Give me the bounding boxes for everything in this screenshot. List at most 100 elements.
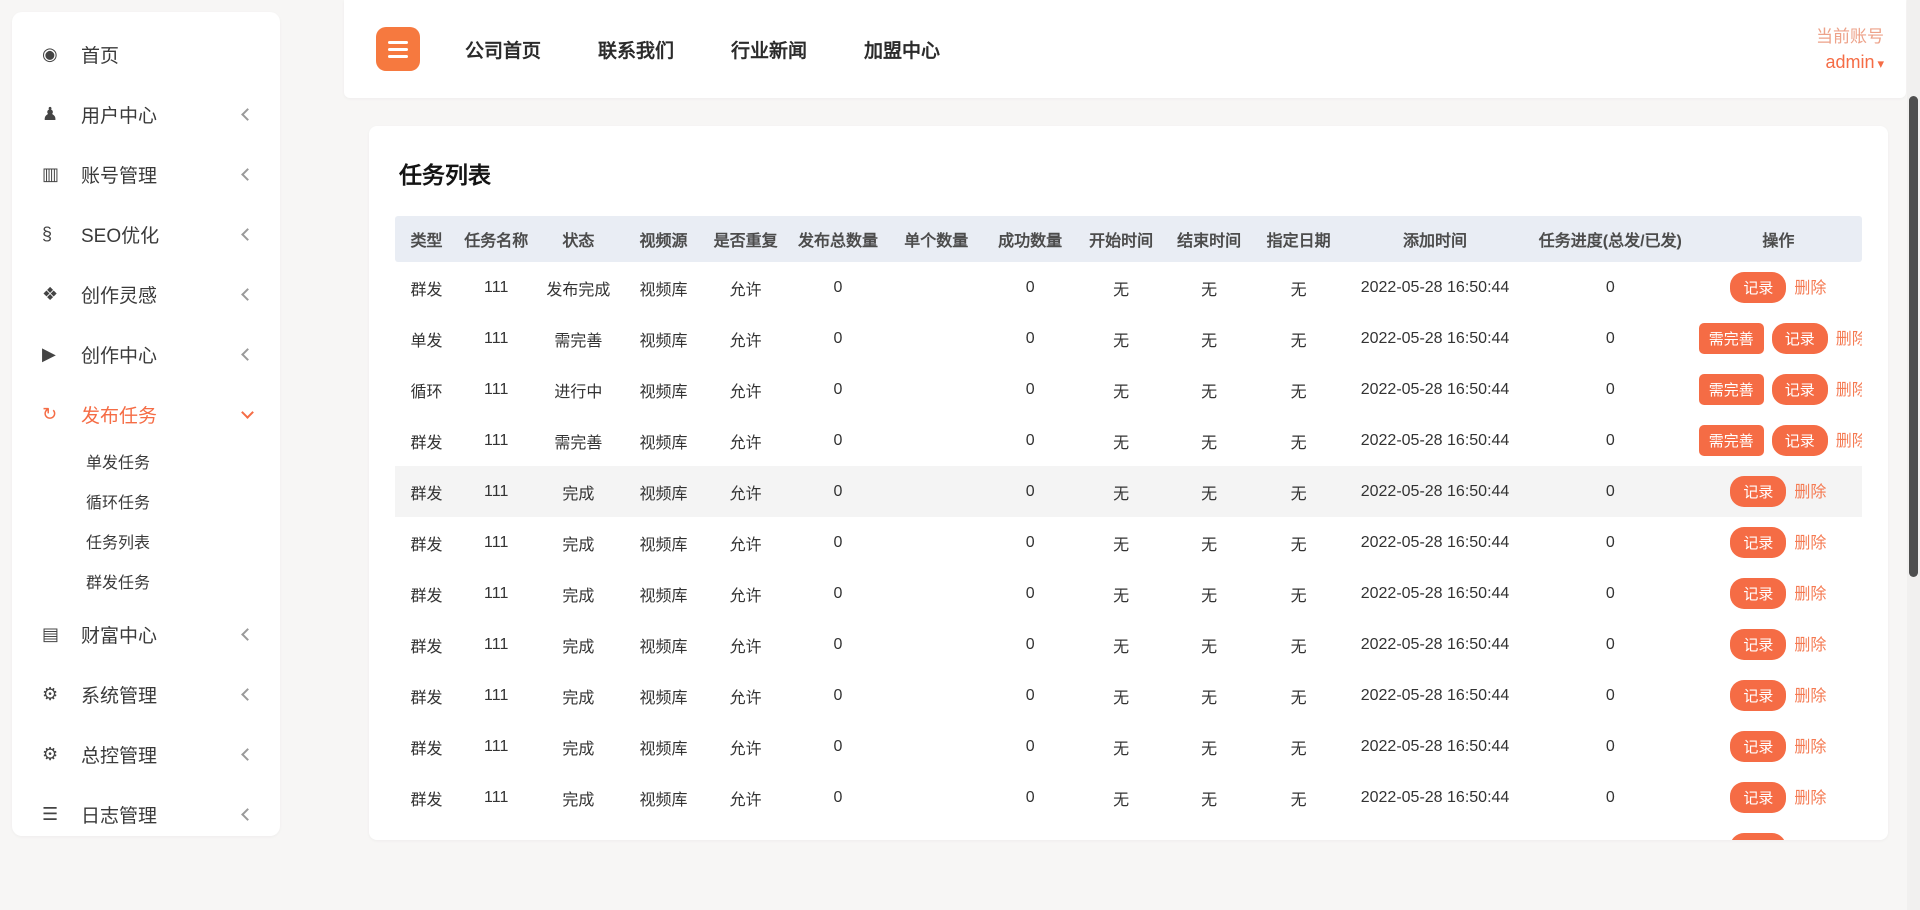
cell-repeat: 允许 bbox=[705, 721, 787, 772]
sidebar-item[interactable]: ↻发布任务 bbox=[12, 384, 280, 444]
cell-end-time: 无 bbox=[1165, 721, 1253, 772]
cell-single-count bbox=[889, 670, 983, 721]
record-button[interactable]: 记录 bbox=[1730, 680, 1786, 711]
need-button[interactable]: 需完善 bbox=[1699, 425, 1764, 456]
cell-type: 群发 bbox=[395, 721, 458, 772]
cell-total-count: 0 bbox=[787, 823, 890, 840]
actions-cell: 记录删除 bbox=[1695, 466, 1862, 517]
need-button[interactable]: 需完善 bbox=[1699, 374, 1764, 405]
cell-type: 群发 bbox=[395, 568, 458, 619]
cell-total-count: 0 bbox=[787, 670, 890, 721]
chevron-left-icon bbox=[241, 688, 254, 701]
sidebar-item-label: 财富中心 bbox=[81, 621, 157, 648]
sidebar-item[interactable]: §SEO优化 bbox=[12, 204, 280, 264]
record-button[interactable]: 记录 bbox=[1730, 476, 1786, 507]
sidebar-subitem[interactable]: 循环任务 bbox=[12, 484, 280, 524]
cell-success-count: 0 bbox=[983, 466, 1077, 517]
topbar-nav-link[interactable]: 联系我们 bbox=[598, 36, 674, 63]
home-icon: ◉ bbox=[42, 44, 70, 65]
sidebar-item-label: 创作灵感 bbox=[81, 281, 157, 308]
record-button[interactable]: 记录 bbox=[1730, 731, 1786, 762]
cell-task-name: 111 bbox=[458, 619, 534, 670]
cell-task-name: 111 bbox=[458, 364, 534, 415]
cell-progress: 0 bbox=[1526, 364, 1695, 415]
menu-toggle-button[interactable] bbox=[376, 27, 420, 71]
sidebar-item[interactable]: ☰日志管理 bbox=[12, 784, 280, 844]
topbar-nav-link[interactable]: 公司首页 bbox=[465, 36, 541, 63]
sidebar-subitem[interactable]: 群发任务 bbox=[12, 564, 280, 604]
cell-status: 进行中 bbox=[534, 364, 622, 415]
actions-cell: 记录删除 bbox=[1695, 721, 1862, 772]
cell-specified-date: 无 bbox=[1253, 823, 1344, 840]
sidebar-item[interactable]: ▥账号管理 bbox=[12, 144, 280, 204]
sidebar-item[interactable]: ◉首页 bbox=[12, 24, 280, 84]
cell-repeat: 允许 bbox=[705, 619, 787, 670]
cell-added-time: 2022-05-28 16:50:44 bbox=[1344, 823, 1526, 840]
record-button[interactable]: 记录 bbox=[1730, 782, 1786, 813]
table-row: 群发 111 完成 视频库 允许 0 0 无 无 无 2022-05-28 16… bbox=[395, 568, 1862, 619]
cell-video-source: 视频库 bbox=[622, 670, 704, 721]
cell-start-time: 无 bbox=[1077, 670, 1165, 721]
delete-button[interactable]: 删除 bbox=[1794, 280, 1826, 297]
sidebar-item[interactable]: ❖创作灵感 bbox=[12, 264, 280, 324]
chevron-down-icon bbox=[241, 406, 254, 419]
actions-cell: 需完善记录删除 bbox=[1695, 415, 1862, 466]
delete-button[interactable]: 删除 bbox=[1794, 535, 1826, 552]
delete-button[interactable]: 删除 bbox=[1836, 331, 1862, 348]
cell-start-time: 无 bbox=[1077, 823, 1165, 840]
delete-button[interactable]: 删除 bbox=[1836, 433, 1862, 450]
record-button[interactable]: 记录 bbox=[1772, 374, 1828, 405]
cell-end-time: 无 bbox=[1165, 262, 1253, 313]
sidebar-item-label: 总控管理 bbox=[81, 741, 157, 768]
need-button[interactable]: 需完善 bbox=[1699, 323, 1764, 354]
table-row: 群发 111 需完善 视频库 允许 0 0 无 无 无 2022-05-28 1… bbox=[395, 415, 1862, 466]
cell-task-name: 111 bbox=[458, 568, 534, 619]
record-button[interactable]: 记录 bbox=[1730, 272, 1786, 303]
scrollbar-thumb[interactable] bbox=[1909, 96, 1918, 577]
topbar-nav-link[interactable]: 行业新闻 bbox=[731, 36, 807, 63]
table-row: 群发 111 完成 视频库 允许 0 0 无 无 无 2022-05-28 16… bbox=[395, 721, 1862, 772]
cell-start-time: 无 bbox=[1077, 313, 1165, 364]
delete-button[interactable]: 删除 bbox=[1794, 484, 1826, 501]
cell-success-count: 0 bbox=[983, 517, 1077, 568]
delete-button[interactable]: 删除 bbox=[1794, 637, 1826, 654]
sidebar-item[interactable]: ⚙总控管理 bbox=[12, 724, 280, 784]
sidebar-subitem[interactable]: 任务列表 bbox=[12, 524, 280, 564]
delete-button[interactable]: 删除 bbox=[1794, 586, 1826, 603]
column-header: 添加时间 bbox=[1344, 216, 1526, 262]
scrollbar-track[interactable] bbox=[1907, 0, 1920, 910]
cell-progress: 0 bbox=[1526, 670, 1695, 721]
cell-video-source: 视频库 bbox=[622, 466, 704, 517]
record-button[interactable]: 记录 bbox=[1730, 527, 1786, 558]
record-button[interactable]: 记录 bbox=[1772, 323, 1828, 354]
sidebar-subitem[interactable]: 单发任务 bbox=[12, 444, 280, 484]
cell-added-time: 2022-05-28 16:50:44 bbox=[1344, 313, 1526, 364]
delete-button[interactable]: 删除 bbox=[1794, 790, 1826, 807]
record-button[interactable]: 记录 bbox=[1772, 425, 1828, 456]
sidebar-item-label: 发布任务 bbox=[81, 401, 157, 428]
sidebar-item[interactable]: ♟用户中心 bbox=[12, 84, 280, 144]
delete-button[interactable]: 删除 bbox=[1794, 688, 1826, 705]
sidebar-item[interactable]: ▶创作中心 bbox=[12, 324, 280, 384]
column-header: 视频源 bbox=[622, 216, 704, 262]
record-button[interactable]: 记录 bbox=[1730, 578, 1786, 609]
record-button[interactable]: 记录 bbox=[1730, 833, 1786, 840]
delete-button[interactable]: 删除 bbox=[1794, 739, 1826, 756]
actions-cell: 记录删除 bbox=[1695, 262, 1862, 313]
column-header: 成功数量 bbox=[983, 216, 1077, 262]
cell-total-count: 0 bbox=[787, 262, 890, 313]
topbar-nav: 公司首页 联系我们 行业新闻 加盟中心 bbox=[465, 36, 940, 63]
topbar-nav-link[interactable]: 加盟中心 bbox=[864, 36, 940, 63]
cell-single-count bbox=[889, 823, 983, 840]
cell-success-count: 0 bbox=[983, 721, 1077, 772]
cell-type: 群发 bbox=[395, 415, 458, 466]
record-button[interactable]: 记录 bbox=[1730, 629, 1786, 660]
sidebar-item[interactable]: ⚙系统管理 bbox=[12, 664, 280, 724]
cell-added-time: 2022-05-28 16:50:44 bbox=[1344, 466, 1526, 517]
delete-button[interactable]: 删除 bbox=[1836, 382, 1862, 399]
cell-task-name: 111 bbox=[458, 262, 534, 313]
cell-repeat: 允许 bbox=[705, 466, 787, 517]
sidebar-item[interactable]: ▤财富中心 bbox=[12, 604, 280, 664]
account-dropdown[interactable]: admin▾ bbox=[1816, 49, 1884, 75]
cell-success-count: 0 bbox=[983, 262, 1077, 313]
